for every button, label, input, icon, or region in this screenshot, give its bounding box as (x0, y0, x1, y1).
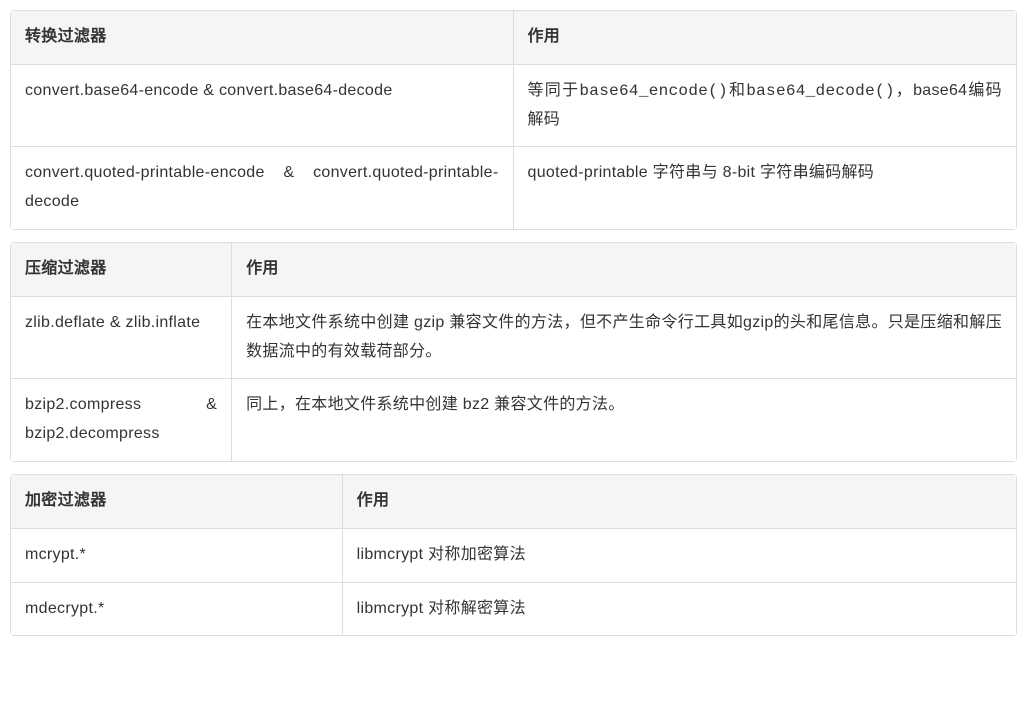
effect-cell: quoted-printable 字符串与 8-bit 字符串编码解码 (514, 147, 1017, 229)
effect-cell: 等同于base64_encode()和base64_decode()，base6… (514, 65, 1017, 148)
filter-cell: bzip2.compress & bzip2.decompress (11, 379, 232, 461)
table-row: convert.quoted-printable-encode & conver… (11, 147, 1016, 229)
effect-cell: libmcrypt 对称解密算法 (343, 583, 1016, 636)
compress-filter-table: 压缩过滤器 作用 zlib.deflate & zlib.inflate 在本地… (10, 242, 1017, 462)
convert-filter-table: 转换过滤器 作用 convert.base64-encode & convert… (10, 10, 1017, 230)
effect-cell: libmcrypt 对称加密算法 (343, 529, 1016, 583)
table-header: 作用 (514, 11, 1017, 65)
filter-cell: convert.base64-encode & convert.base64-d… (11, 65, 514, 148)
filter-text: convert.quoted-printable-encode (25, 164, 283, 181)
table-row: zlib.deflate & zlib.inflate 在本地文件系统中创建 g… (11, 297, 1016, 380)
table-header: 压缩过滤器 (11, 243, 232, 297)
effect-text: 和 (728, 82, 746, 99)
effect-cell: 同上，在本地文件系统中创建 bz2 兼容文件的方法。 (232, 379, 1016, 461)
filter-cell: mcrypt.* (11, 529, 343, 583)
table-header: 转换过滤器 (11, 11, 514, 65)
effect-cell: 在本地文件系统中创建 gzip 兼容文件的方法，但不产生命令行工具如gzip的头… (232, 297, 1016, 380)
table-row: convert.base64-encode & convert.base64-d… (11, 65, 1016, 148)
table-row: mcrypt.* libmcrypt 对称加密算法 (11, 529, 1016, 583)
filter-cell: convert.quoted-printable-encode & conver… (11, 147, 514, 229)
filter-cell: mdecrypt.* (11, 583, 343, 636)
filter-text: convert.base64-decode (219, 82, 393, 99)
filter-text: & (283, 164, 313, 181)
filter-text: convert.base64-encode (25, 82, 203, 99)
filter-cell: zlib.deflate & zlib.inflate (11, 297, 232, 380)
table-header: 作用 (232, 243, 1016, 297)
effect-code: base64_encode() (579, 82, 728, 100)
table-row: bzip2.compress & bzip2.decompress 同上，在本地… (11, 379, 1016, 461)
table-header: 作用 (343, 475, 1016, 529)
table-row: mdecrypt.* libmcrypt 对称解密算法 (11, 583, 1016, 636)
effect-code: base64_decode() (746, 82, 895, 100)
encrypt-filter-table: 加密过滤器 作用 mcrypt.* libmcrypt 对称加密算法 mdecr… (10, 474, 1017, 636)
filter-text: & (203, 82, 219, 99)
table-header: 加密过滤器 (11, 475, 343, 529)
effect-text: 等同于 (528, 82, 580, 99)
